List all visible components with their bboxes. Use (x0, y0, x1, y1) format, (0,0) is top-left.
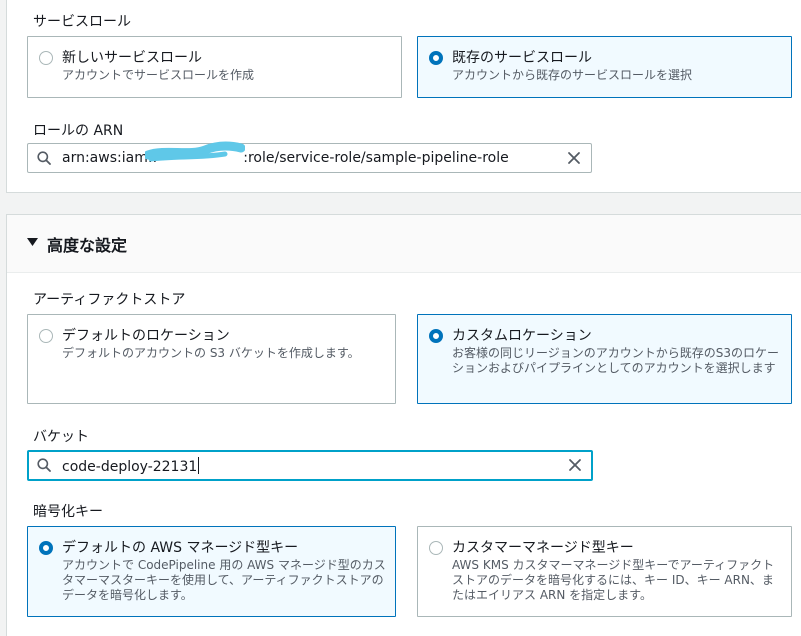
aws-managed-key-desc: アカウントで CodePipeline 用の AWS マネージド型のカスタマーマ… (62, 558, 386, 602)
aws-managed-key-radio[interactable] (39, 541, 53, 555)
clear-icon[interactable] (567, 151, 581, 165)
custom-location-desc: お客様の同じリージョンのアカウントから既存のS3のロケーションおよびパイプライン… (452, 346, 780, 375)
new-service-role-radio[interactable] (39, 51, 53, 65)
existing-service-role-option[interactable]: 既存のサービスロール アカウントから既存のサービスロールを選択 (417, 36, 792, 98)
caret-down-icon (27, 238, 38, 246)
service-role-panel: サービスロール 新しいサービスロール アカウントでサービスロールを作成 既存のサ… (6, 0, 801, 193)
bucket-label: バケット (33, 429, 89, 445)
encryption-key-label: 暗号化キー (33, 504, 103, 520)
role-arn-value: arn:aws:iam:::role/service-role/sample-p… (62, 150, 509, 166)
advanced-settings-title: 高度な設定 (47, 236, 128, 255)
default-location-option[interactable]: デフォルトのロケーション デフォルトのアカウントの S3 バケットを作成します。 (27, 314, 396, 404)
role-arn-label: ロールの ARN (33, 123, 124, 139)
advanced-settings-toggle[interactable]: 高度な設定 (7, 215, 801, 273)
advanced-settings-panel: 高度な設定 アーティファクトストア デフォルトのロケーション デフォルトのアカウ… (6, 214, 801, 636)
custom-location-option[interactable]: カスタムロケーション お客様の同じリージョンのアカウントから既存のS3のロケーシ… (417, 314, 792, 404)
customer-managed-key-desc: AWS KMS カスタマーマネージド型キーでアーティファクトストアのデータを暗号… (452, 558, 775, 602)
new-service-role-title: 新しいサービスロール (62, 50, 202, 66)
role-arn-input[interactable]: arn:aws:iam:::role/service-role/sample-p… (27, 143, 592, 173)
default-location-radio[interactable] (39, 329, 53, 343)
service-role-label: サービスロール (33, 14, 131, 30)
bucket-value: code-deploy-22131 (62, 457, 200, 475)
aws-managed-key-option[interactable]: デフォルトの AWS マネージド型キー アカウントで CodePipeline … (27, 526, 396, 617)
new-service-role-desc: アカウントでサービスロールを作成 (62, 68, 255, 82)
aws-managed-key-title: デフォルトの AWS マネージド型キー (62, 540, 299, 556)
customer-managed-key-option[interactable]: カスタマーマネージド型キー AWS KMS カスタマーマネージド型キーでアーティ… (417, 526, 792, 617)
customer-managed-key-title: カスタマーマネージド型キー (452, 540, 634, 556)
default-location-desc: デフォルトのアカウントの S3 バケットを作成します。 (62, 346, 360, 360)
clear-icon[interactable] (568, 458, 582, 472)
custom-location-title: カスタムロケーション (452, 328, 592, 344)
bucket-input[interactable]: code-deploy-22131 (27, 450, 593, 481)
existing-service-role-desc: アカウントから既存のサービスロールを選択 (452, 68, 693, 82)
customer-managed-key-radio[interactable] (429, 541, 443, 555)
custom-location-radio[interactable] (429, 329, 443, 343)
default-location-title: デフォルトのロケーション (62, 328, 230, 344)
existing-service-role-title: 既存のサービスロール (452, 50, 592, 66)
artifact-store-label: アーティファクトストア (33, 292, 186, 308)
new-service-role-option[interactable]: 新しいサービスロール アカウントでサービスロールを作成 (27, 36, 402, 98)
existing-service-role-radio[interactable] (429, 51, 443, 65)
text-cursor (198, 457, 200, 474)
redaction-mark (145, 141, 245, 162)
search-icon (37, 458, 51, 472)
search-icon (37, 151, 51, 165)
